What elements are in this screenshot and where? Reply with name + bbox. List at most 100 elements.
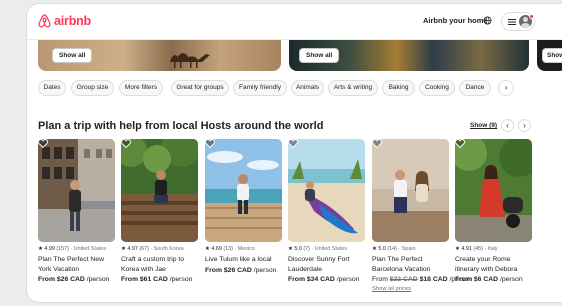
card-price-prefix: From — [372, 276, 390, 283]
card-title[interactable]: Create your Rome itinerary with Debora — [455, 255, 532, 274]
airbnb-logo[interactable]: airbnb — [38, 14, 91, 28]
card-location: · United States — [311, 246, 348, 252]
card-rating: ★ 5.0 — [288, 246, 302, 252]
heart-icon[interactable] — [205, 139, 215, 148]
show-all-hosts-link[interactable]: Show (9) — [470, 122, 497, 129]
card-reviews: (14) — [387, 246, 397, 252]
card-location: · South Korea — [150, 246, 184, 252]
card-price-unit: /person — [498, 276, 523, 283]
card-price-unit: /person — [334, 276, 360, 283]
heart-icon[interactable] — [455, 139, 465, 148]
card-rating: ★ 4.99 — [38, 246, 55, 252]
filter-arts-writing[interactable]: Arts & writing — [328, 80, 378, 96]
camel-silhouette — [170, 53, 210, 68]
filter-animals[interactable]: Animals — [291, 80, 324, 96]
card-rating-row: ★ 5.0 (7) · United States — [288, 246, 365, 252]
card-price-unit: /person — [251, 266, 277, 274]
card-title[interactable]: Plan The Perfect Barcelona Vacation — [372, 255, 449, 274]
heart-icon[interactable] — [38, 139, 48, 148]
card-price-row: From $26 CAD /person — [38, 276, 115, 283]
card-price: From $6 CAD — [455, 276, 499, 283]
card-rating: ★ 4.97 — [121, 246, 138, 252]
card-rating-row: ★ 5.0 (14) · Spain — [372, 246, 449, 252]
card-location: · Mexico — [234, 246, 255, 252]
chevron-right-icon: › — [504, 83, 508, 92]
logo-text: airbnb — [54, 14, 91, 28]
experience-card[interactable]: ★ 5.0 (14) · Spain Plan The Perfect Barc… — [372, 139, 472, 292]
experience-card[interactable]: ★ 4.91 (45) · Italy Create your Rome iti… — [455, 139, 532, 283]
card-price: From $61 CAD — [121, 276, 168, 283]
card-title[interactable]: Live Tulum like a local — [205, 255, 282, 265]
card-rating-row: ★ 4.97 (67) · South Korea — [121, 246, 198, 252]
show-all-prices-link[interactable]: Show all prices — [372, 286, 449, 292]
card-price-row: From $22 CAD $18 CAD /person — [372, 276, 472, 283]
globe-icon[interactable] — [483, 16, 492, 25]
card-reviews: (7) — [303, 246, 310, 252]
new-york-street-photo — [38, 139, 115, 242]
filter-baking[interactable]: Baking — [382, 80, 415, 96]
card-price: From $26 CAD — [205, 266, 252, 274]
show-all-button[interactable]: Show all — [299, 48, 340, 63]
heart-icon[interactable] — [288, 139, 298, 148]
user-menu-button[interactable] — [501, 12, 535, 31]
card-title[interactable]: Discover Sunny Fort Lauderdale — [288, 255, 365, 274]
card-rating: ★ 4.69 — [205, 246, 222, 252]
card-rating: ★ 4.91 — [455, 246, 472, 252]
carousel-prev-button[interactable]: ‹ — [501, 119, 514, 132]
experience-card[interactable]: ★ 4.99 (157) · United States Plan The Pe… — [38, 139, 115, 283]
card-rating-row: ★ 4.99 (157) · United States — [38, 246, 115, 252]
card-rating: ★ 5.0 — [372, 246, 386, 252]
heart-icon[interactable] — [121, 139, 131, 148]
avatar-head — [523, 17, 528, 22]
card-price-row: From $61 CAD /person — [121, 276, 198, 283]
heart-icon[interactable] — [372, 139, 382, 148]
airbnb-your-home-link[interactable]: Airbnb your home — [423, 16, 488, 25]
experience-card[interactable]: ★ 5.0 (7) · United States Discover Sunny… — [288, 139, 365, 283]
card-price-unit: /person — [84, 276, 110, 283]
rome-vespa-photo — [455, 139, 532, 242]
filter-dance[interactable]: Dance — [459, 80, 491, 96]
card-title[interactable]: Plan The Perfect New York Vacation — [38, 255, 115, 274]
tulum-beach-photo — [205, 139, 282, 242]
experience-card[interactable]: ★ 4.69 (13) · Mexico Live Tulum like a l… — [205, 139, 282, 274]
card-price-row: From $6 CAD /person — [455, 276, 532, 283]
hero-card-partial[interactable]: Show all — [537, 40, 562, 71]
card-location: · Spain — [398, 246, 416, 252]
card-price-unit: /person — [167, 276, 193, 283]
filters-next-button[interactable]: › — [498, 80, 514, 96]
section-title: Plan a trip with help from local Hosts a… — [38, 120, 324, 132]
carousel-next-button[interactable]: › — [518, 119, 531, 132]
card-photo[interactable] — [121, 139, 198, 242]
hero-card-desert[interactable]: Show all — [38, 40, 281, 71]
filter-great-for-groups[interactable]: Great for groups — [171, 80, 229, 96]
card-photo[interactable] — [205, 139, 282, 242]
fort-lauderdale-beach-photo — [288, 139, 365, 242]
barcelona-couple-photo — [372, 139, 449, 242]
card-price-old: $22 CAD — [389, 276, 418, 283]
card-price: From $26 CAD — [38, 276, 85, 283]
card-reviews: (67) — [139, 246, 149, 252]
show-all-button[interactable]: Show all — [52, 48, 93, 63]
experience-card[interactable]: ★ 4.97 (67) · South Korea Craft a custom… — [121, 139, 198, 283]
hero-card-market[interactable]: Show all — [289, 40, 529, 71]
filter-group-size[interactable]: Group size — [71, 80, 114, 96]
chevron-right-icon: › — [523, 121, 526, 130]
card-price-row: From $34 CAD /person — [288, 276, 365, 283]
filter-cooking[interactable]: Cooking — [419, 80, 455, 96]
filter-more-filters[interactable]: More filters — [119, 80, 163, 96]
card-location: · Italy — [484, 246, 498, 252]
card-photo[interactable] — [288, 139, 365, 242]
filter-family-friendly[interactable]: Family friendly — [233, 80, 287, 96]
avatar-body — [521, 23, 530, 28]
card-title[interactable]: Craft a custom trip to Korea with Jae — [121, 255, 198, 274]
airbnb-logo-icon — [38, 14, 51, 28]
card-photo[interactable] — [372, 139, 449, 242]
show-all-button[interactable]: Show all — [542, 48, 562, 63]
card-photo[interactable] — [38, 139, 115, 242]
card-price-row: From $26 CAD /person — [205, 267, 282, 274]
card-location: · United States — [70, 246, 107, 252]
korea-garden-photo — [121, 139, 198, 242]
filter-dates[interactable]: Dates — [38, 80, 66, 96]
top-header: airbnb Airbnb your home — [27, 4, 562, 40]
card-photo[interactable] — [455, 139, 532, 242]
